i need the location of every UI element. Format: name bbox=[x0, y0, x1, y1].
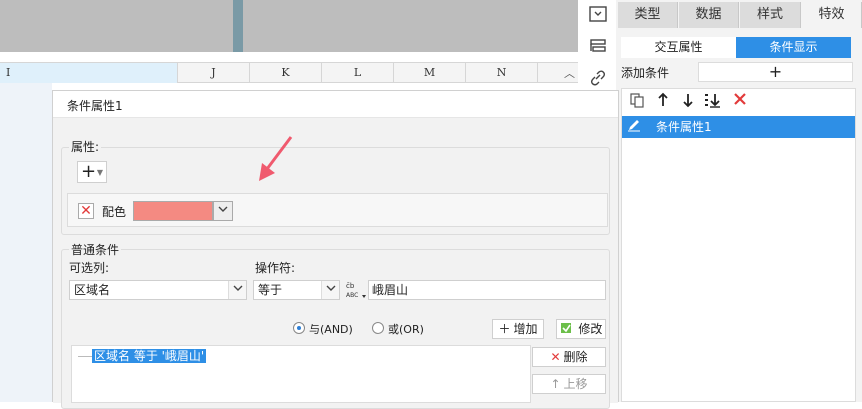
column-select[interactable]: 区域名 bbox=[69, 280, 247, 300]
chevron-down-icon bbox=[321, 281, 339, 299]
column-header-i[interactable]: I bbox=[0, 63, 178, 83]
dialog-title: 条件属性1 bbox=[67, 99, 123, 113]
add-condition-label: 添加条件 bbox=[621, 66, 670, 80]
radio-and[interactable] bbox=[293, 322, 305, 334]
delete-label: 删除 bbox=[563, 350, 588, 364]
delete-icon[interactable] bbox=[731, 92, 749, 110]
arrow-up-icon: ↑ bbox=[550, 377, 561, 391]
tab-style[interactable]: 样式 bbox=[740, 2, 801, 28]
condition-attribute-dialog: 条件属性1 属性: + ▼ ✕ 配色 普通条件 可选列: 操作符: 区域名 等于 bbox=[52, 90, 619, 409]
modify-icon bbox=[560, 322, 576, 336]
annotation-arrow-icon bbox=[259, 136, 293, 181]
plus-icon: ＋ bbox=[498, 322, 511, 336]
add-condition-item-button[interactable]: ＋增加 bbox=[492, 319, 544, 339]
color-dropdown-icon[interactable] bbox=[213, 201, 233, 221]
condition-list: 条件属性1 bbox=[621, 88, 856, 402]
column-header-m[interactable]: M bbox=[394, 63, 466, 83]
move-up-condition-button[interactable]: ↑ 上移 bbox=[532, 374, 606, 394]
subtab-interaction[interactable]: 交互属性 bbox=[621, 37, 736, 58]
sheet-frozen-separator bbox=[233, 0, 243, 52]
caret-down-icon: ▼ bbox=[96, 168, 103, 177]
tab-type[interactable]: 类型 bbox=[618, 2, 678, 28]
value-type-icon[interactable]: c̄b ABC bbox=[345, 280, 367, 300]
color-swatch[interactable] bbox=[133, 201, 213, 221]
add-label: 增加 bbox=[513, 322, 538, 336]
panel-top-tabs: 类型 数据 样式 特效 bbox=[618, 2, 862, 28]
column-header-k[interactable]: K bbox=[250, 63, 322, 83]
radio-or-label[interactable]: 或(OR) bbox=[388, 321, 424, 337]
column-header-j[interactable]: J bbox=[178, 63, 250, 83]
column-label: 可选列: bbox=[69, 261, 110, 275]
sheet-gap bbox=[0, 52, 578, 62]
attribute-legend: 属性: bbox=[69, 138, 102, 155]
delete-condition-button[interactable]: ✕ 删除 bbox=[532, 347, 606, 367]
radio-and-label[interactable]: 与(AND) bbox=[309, 321, 353, 337]
condition-item[interactable]: 区域名 等于 '峨眉山' bbox=[92, 349, 207, 363]
tab-data[interactable]: 数据 bbox=[679, 2, 739, 28]
operator-label: 操作符: bbox=[255, 261, 296, 275]
chevron-down-icon bbox=[228, 281, 246, 299]
move-up-label: 上移 bbox=[563, 377, 588, 391]
move-down-icon[interactable] bbox=[679, 92, 697, 110]
copy-icon[interactable] bbox=[628, 92, 646, 110]
radio-or[interactable] bbox=[372, 322, 384, 334]
modify-label: 修改 bbox=[578, 322, 603, 336]
sheet-gray-area bbox=[0, 0, 578, 52]
operator-select-value: 等于 bbox=[258, 283, 283, 297]
properties-panel: 类型 数据 样式 特效 交互属性 条件显示 添加条件 + 条件属性1 bbox=[616, 0, 862, 402]
svg-text:ABC: ABC bbox=[346, 292, 358, 299]
value-input[interactable]: 峨眉山 bbox=[368, 280, 606, 300]
layers-icon[interactable] bbox=[588, 38, 608, 56]
sheet-grid-area bbox=[0, 83, 52, 402]
column-header-l[interactable]: L bbox=[322, 63, 394, 83]
move-up-icon[interactable] bbox=[654, 92, 672, 110]
color-label: 配色 bbox=[102, 205, 127, 219]
add-attribute-button[interactable]: + ▼ bbox=[77, 161, 107, 183]
condition-list-item-selected[interactable]: 条件属性1 bbox=[622, 116, 855, 138]
move-bottom-icon[interactable] bbox=[704, 92, 722, 110]
add-condition-button[interactable]: + bbox=[698, 62, 853, 82]
tab-effects[interactable]: 特效 bbox=[802, 2, 862, 28]
tree-connector bbox=[78, 356, 92, 357]
column-header-row: I J K L M N ︿ bbox=[0, 62, 578, 83]
color-attribute-row: ✕ 配色 bbox=[67, 193, 608, 227]
column-select-value: 区域名 bbox=[74, 283, 111, 297]
side-icon-strip bbox=[580, 0, 616, 100]
scroll-up-icon[interactable]: ︿ bbox=[564, 65, 575, 81]
condition-list-toolbar bbox=[622, 89, 855, 113]
svg-text:c̄b: c̄b bbox=[346, 282, 355, 290]
remove-attribute-icon[interactable]: ✕ bbox=[78, 203, 94, 219]
modify-condition-button[interactable]: 修改 bbox=[556, 319, 606, 339]
condition-list-item-label: 条件属性1 bbox=[656, 120, 712, 134]
panel-sub-tabs: 交互属性 条件显示 bbox=[621, 37, 851, 58]
condition-items-list: 区域名 等于 '峨眉山' bbox=[71, 345, 531, 403]
subtab-conditional-display[interactable]: 条件显示 bbox=[736, 37, 851, 58]
condition-legend: 普通条件 bbox=[69, 241, 122, 258]
link-icon[interactable] bbox=[588, 70, 608, 88]
operator-select[interactable]: 等于 bbox=[253, 280, 340, 300]
column-header-n[interactable]: N bbox=[466, 63, 538, 83]
panel-toggle-icon[interactable] bbox=[588, 6, 608, 24]
edit-pencil-icon bbox=[627, 118, 643, 134]
delete-icon: ✕ bbox=[550, 350, 561, 364]
plus-icon: + bbox=[81, 161, 97, 182]
